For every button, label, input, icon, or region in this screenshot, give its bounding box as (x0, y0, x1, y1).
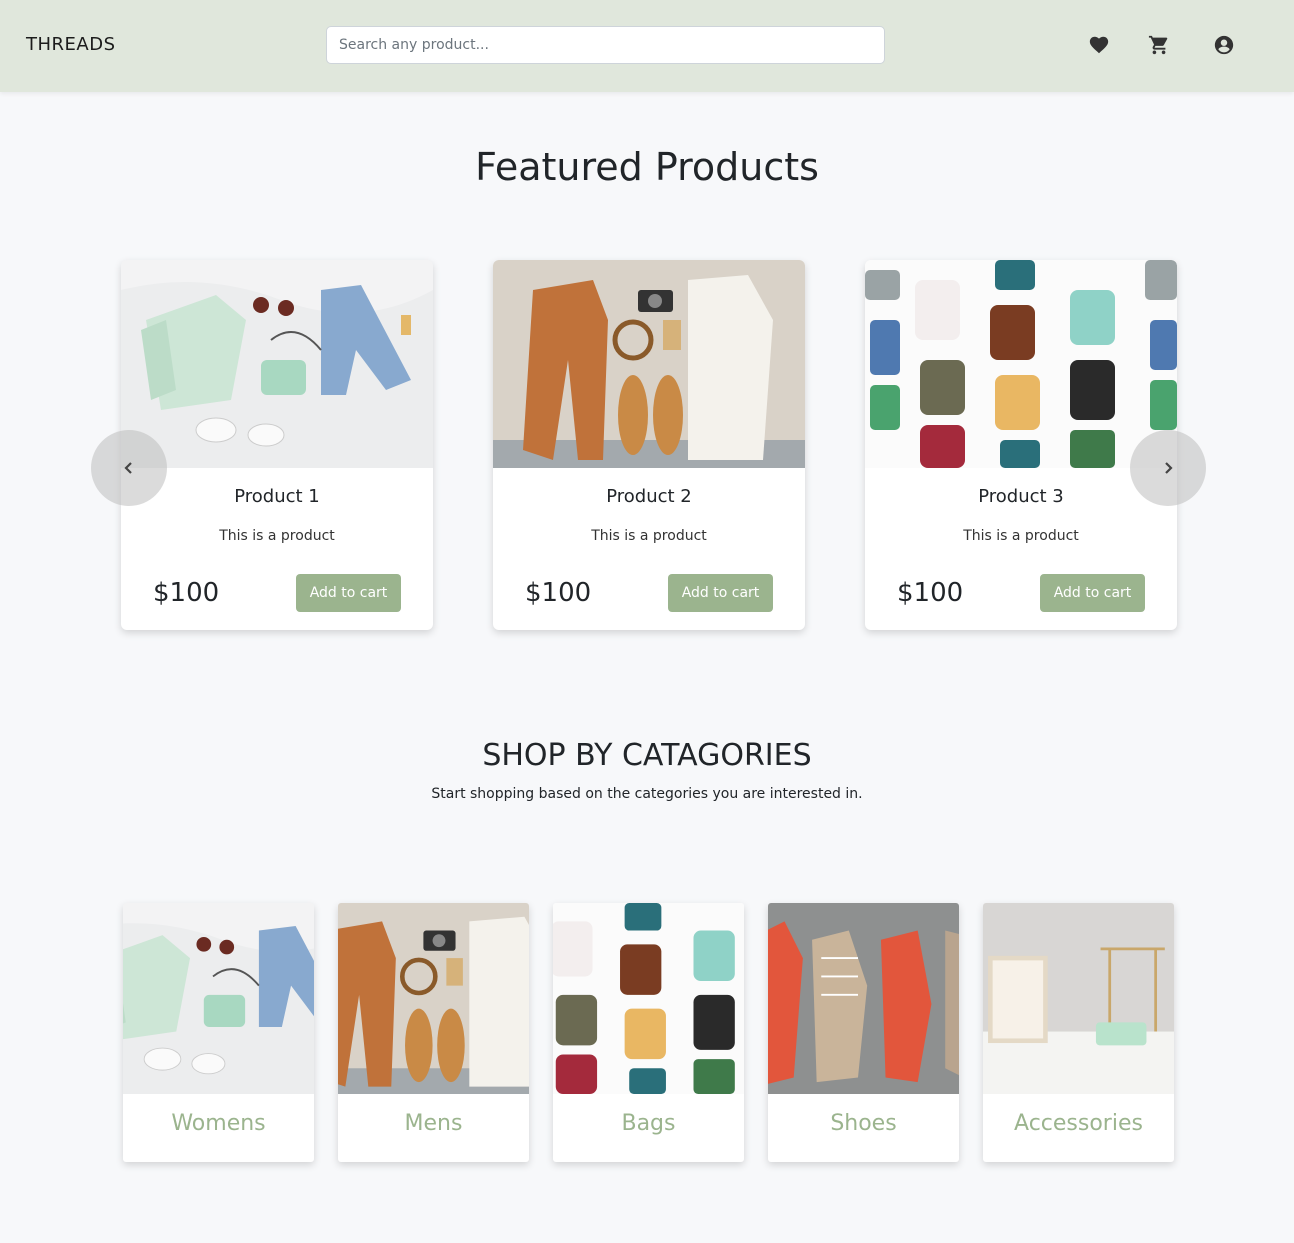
category-card-womens[interactable]: Womens (123, 903, 314, 1162)
product-name: Product 1 (234, 486, 320, 507)
search-input[interactable] (326, 26, 885, 64)
category-image (338, 903, 529, 1094)
category-card-mens[interactable]: Mens (338, 903, 529, 1162)
featured-products-title: Featured Products (475, 145, 819, 189)
category-label: Mens (404, 1111, 463, 1136)
category-card-shoes[interactable]: Shoes (768, 903, 959, 1162)
category-image (123, 903, 314, 1094)
carousel-prev-button[interactable] (91, 430, 167, 506)
product-name: Product 2 (606, 486, 692, 507)
add-to-cart-button[interactable]: Add to cart (668, 574, 773, 612)
category-card-accessories[interactable]: Accessories (983, 903, 1174, 1162)
heart-icon[interactable] (1088, 34, 1110, 56)
categories-title: SHOP BY CATAGORIES (482, 738, 812, 773)
category-image (553, 903, 744, 1094)
product-image[interactable] (493, 260, 805, 468)
category-card-bags[interactable]: Bags (553, 903, 744, 1162)
category-label: Bags (621, 1111, 676, 1136)
add-to-cart-button[interactable]: Add to cart (1040, 574, 1145, 612)
product-image[interactable] (121, 260, 433, 468)
product-name: Product 3 (978, 486, 1064, 507)
product-price: $100 (525, 578, 592, 608)
chevron-right-icon (1165, 462, 1173, 474)
cart-icon[interactable] (1148, 34, 1170, 56)
category-image (983, 903, 1174, 1094)
product-price: $100 (897, 578, 964, 608)
account-icon[interactable] (1213, 34, 1235, 56)
category-label: Accessories (1014, 1111, 1143, 1136)
category-label: Shoes (830, 1111, 897, 1136)
category-label: Womens (171, 1111, 266, 1136)
brand-logo[interactable]: THREADS (26, 34, 116, 55)
product-description: This is a product (219, 528, 335, 544)
product-card: Product 1 This is a product $100 Add to … (121, 260, 433, 630)
navbar: THREADS (0, 0, 1294, 92)
product-card: Product 3 This is a product $100 Add to … (865, 260, 1177, 630)
carousel-next-button[interactable] (1130, 430, 1206, 506)
category-image (768, 903, 959, 1094)
chevron-left-icon (124, 462, 132, 474)
product-description: This is a product (963, 528, 1079, 544)
product-price: $100 (153, 578, 220, 608)
categories-subtitle: Start shopping based on the categories y… (431, 786, 863, 802)
product-description: This is a product (591, 528, 707, 544)
add-to-cart-button[interactable]: Add to cart (296, 574, 401, 612)
product-card: Product 2 This is a product $100 Add to … (493, 260, 805, 630)
product-image[interactable] (865, 260, 1177, 468)
